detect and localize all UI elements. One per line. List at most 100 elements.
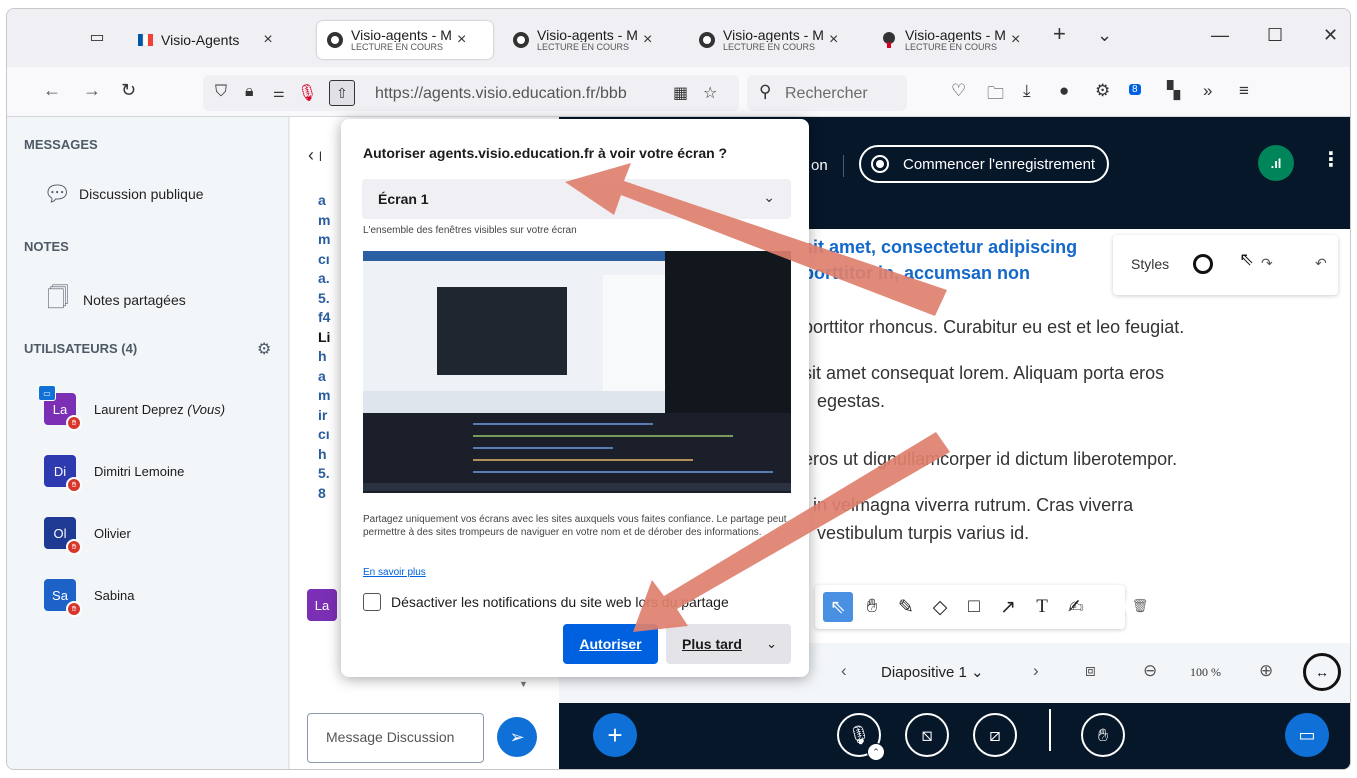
styles-panel[interactable]: Styles ⇖ ↷ ↶ [1113, 235, 1338, 295]
tab-visio-agents-playing-1[interactable]: Visio-agents - M LECTURE EN COURS × [317, 21, 493, 59]
previous-slide-icon[interactable]: ‹ [841, 661, 847, 681]
avatar-initials: La [52, 401, 68, 417]
search-box[interactable]: ⚲ Rechercher [747, 75, 907, 111]
send-icon[interactable]: ➢ [497, 717, 537, 757]
tab-visio-agents-playing-3[interactable]: Visio-agents - M LECTURE EN COURS × [689, 21, 865, 59]
tab-visio-agents-playing-2[interactable]: Visio-agents - M LECTURE EN COURS × [503, 21, 679, 59]
redo-icon[interactable]: ↷ [1261, 255, 1273, 272]
search-placeholder: Rechercher [785, 85, 868, 102]
checkbox-box[interactable] [363, 593, 381, 611]
avatar: La [307, 589, 337, 621]
close-window-icon[interactable]: ✕ [1323, 25, 1338, 46]
start-recording-button[interactable]: Commencer l'enregistrement [859, 145, 1110, 183]
disable-notifications-checkbox[interactable]: Désactiver les notifications du site web… [363, 593, 729, 611]
slide-select[interactable]: Diapositive 1 ⌄ [881, 663, 984, 681]
download-icon[interactable]: ⤓ [1023, 81, 1031, 101]
arrow-tool-icon[interactable]: ↗ [993, 592, 1023, 622]
close-tab-icon[interactable]: × [1011, 31, 1020, 49]
user-settings-gear-icon[interactable]: ⚙ [257, 339, 271, 359]
chevron-down-icon: ⌄ [763, 189, 775, 205]
close-tab-icon[interactable]: × [643, 31, 652, 49]
user-list-item[interactable]: Di ✋︎ Dimitri Lemoine [44, 455, 185, 493]
next-slide-icon[interactable]: › [1033, 661, 1039, 681]
pocket-icon[interactable]: ♡ [951, 81, 966, 101]
avatar-initials: Sa [52, 587, 68, 603]
chevron-down-icon[interactable]: ⌄ [1097, 25, 1112, 46]
fit-width-icon[interactable]: ↔ [1303, 653, 1341, 691]
undo-icon[interactable]: ↶ [1315, 255, 1327, 272]
raised-hand-icon: ✋︎ [66, 539, 82, 555]
eraser-tool-icon[interactable]: ◇ [925, 592, 955, 622]
trash-icon[interactable]: 🗑︎ [1125, 591, 1155, 621]
overflow-icon[interactable]: » [1203, 81, 1212, 101]
tab-title: Visio-agents - M [905, 28, 1005, 42]
tab-visio-agents[interactable]: Visio-Agents × [127, 21, 281, 59]
select-tool-icon[interactable]: ⇖ [823, 592, 853, 622]
permissions-icon[interactable]: ⚌ [273, 85, 285, 101]
bookmark-star-icon[interactable]: ☆ [703, 83, 717, 103]
user-name: Dimitri Lemoine [94, 463, 185, 479]
user-list-item[interactable]: Ol ✋︎ Olivier [44, 517, 131, 555]
chevron-left-icon[interactable]: ‹ l [308, 145, 322, 166]
maximize-icon[interactable]: ☐ [1267, 25, 1283, 46]
speaker-favicon-icon [325, 30, 345, 50]
zoom-in-icon[interactable]: ⊕ [1259, 661, 1273, 681]
scroll-down-icon[interactable]: ▼ [519, 679, 528, 689]
later-button[interactable]: Plus tard ⌄ [666, 624, 791, 664]
chat-message-input[interactable]: Message Discussion [307, 713, 484, 763]
close-tab-icon[interactable]: × [263, 31, 272, 49]
raise-hand-button[interactable]: ✋︎ [1081, 713, 1125, 757]
screen-share-off-button[interactable]: ⧄ [973, 713, 1017, 757]
close-tab-icon[interactable]: × [457, 31, 466, 49]
forward-icon[interactable]: → [83, 80, 101, 101]
tab-visio-agents-playing-4[interactable]: Visio-agents - M LECTURE EN COURS × [871, 21, 1047, 59]
mute-microphone-button[interactable]: 🎙︎ ⌃ [837, 713, 885, 761]
new-tab-button[interactable]: + [1053, 21, 1066, 47]
whiteboard-icon[interactable]: ⧈ [1085, 661, 1096, 681]
avatar: Ol ✋︎ [44, 517, 82, 555]
url-bar[interactable]: ⛉ 🔒︎ ⚌ 🎙︎ ⇧ https://agents.visio.educati… [203, 75, 739, 111]
menu-icon[interactable]: ≡ [1239, 81, 1249, 101]
grid-extension-icon[interactable]: ▚ [1167, 81, 1180, 101]
sidebar-item-label: Discussion publique [79, 186, 204, 202]
minimize-icon[interactable]: — [1211, 25, 1229, 46]
qr-code-icon[interactable]: ▦ [673, 83, 688, 103]
sidebar-item-public-chat[interactable]: 💬︎ Discussion publique [43, 181, 204, 207]
note-tool-icon[interactable]: ✍︎ [1061, 592, 1091, 622]
presentation-button[interactable]: ▭ [1285, 713, 1329, 757]
screen-share-icon[interactable]: ⇧ [329, 80, 355, 106]
close-tab-icon[interactable]: × [829, 31, 838, 49]
camera-off-button[interactable]: ⧅ [905, 713, 949, 757]
actions-plus-button[interactable]: + [593, 713, 637, 757]
learn-more-link[interactable]: En savoir plus [363, 567, 426, 578]
screen-select[interactable]: Écran 1 ⌄ [362, 179, 791, 219]
rectangle-tool-icon[interactable]: □ [959, 592, 989, 622]
lock-icon[interactable]: 🔒︎ [245, 83, 254, 101]
chevron-up-icon[interactable]: ⌃ [867, 743, 885, 761]
account-icon[interactable]: ● [1059, 81, 1069, 101]
text-tool-icon[interactable]: T [1027, 592, 1057, 622]
sidebar-item-shared-notes[interactable]: 🗍 Notes partagées [47, 281, 186, 319]
action-bar: + 🎙︎ ⌃ ⧅ ⧄ ✋︎ ▭ [559, 703, 1350, 769]
divider [1049, 709, 1051, 751]
hand-tool-icon[interactable]: ✋︎ [857, 592, 887, 622]
chevron-down-icon[interactable]: ⌄ [766, 636, 777, 652]
color-swatch-icon[interactable] [1193, 254, 1213, 274]
slide-text-line: sit amet consequat lorem. Aliquam porta … [803, 363, 1165, 383]
list-all-tabs-icon[interactable]: ▭ [87, 27, 107, 47]
more-options-icon[interactable]: ⋮ [1321, 147, 1341, 172]
microphone-icon[interactable]: 🎙︎ [297, 83, 317, 103]
allow-button[interactable]: Autoriser [563, 624, 658, 664]
zoom-out-icon[interactable]: ⊖ [1143, 661, 1157, 681]
folder-icon[interactable]: 🗀 [987, 81, 1004, 110]
user-list-item[interactable]: ▭ La ✋︎ Laurent Deprez (Vous) [38, 385, 225, 431]
user-list-item[interactable]: Sa ✋︎ Sabina [44, 579, 134, 617]
back-icon[interactable]: ← [43, 80, 61, 101]
extension-badge-icon[interactable]: 8 [1129, 77, 1141, 97]
screen-select-value: Écran 1 [378, 191, 429, 207]
reload-icon[interactable]: ↻ [121, 80, 136, 101]
pencil-tool-icon[interactable]: ✎ [891, 592, 921, 622]
extensions-icon[interactable]: ⚙ [1095, 81, 1110, 101]
connection-status-icon[interactable]: .ıl [1258, 145, 1294, 181]
shield-icon[interactable]: ⛉ [215, 83, 227, 101]
